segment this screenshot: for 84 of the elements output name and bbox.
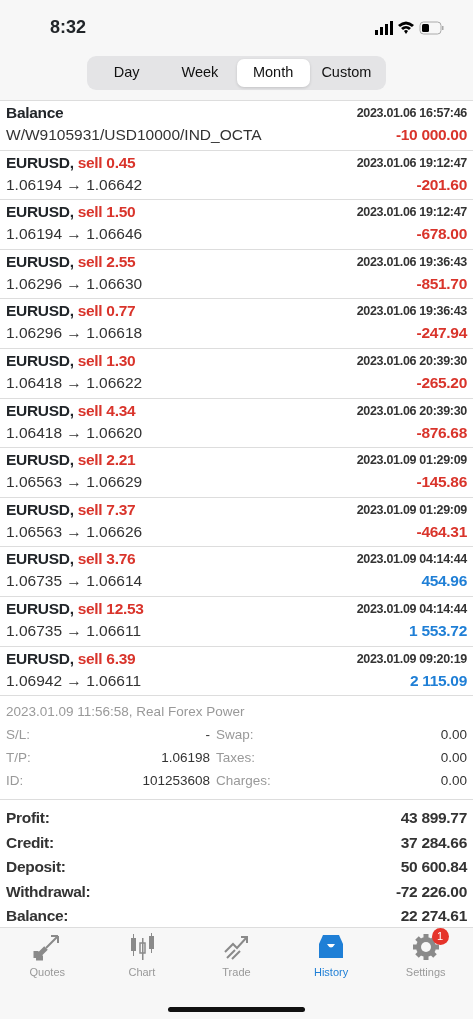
notification-badge: 1 <box>431 928 449 946</box>
deal-amount: -876.68 <box>416 422 467 443</box>
clock-time: 8:32 <box>50 16 87 39</box>
deal-title: EURUSD, sell 4.34 <box>6 400 136 421</box>
detail-label: T/P: <box>6 749 32 768</box>
detail-header: 2023.01.09 11:56:58, Real Forex Power <box>6 703 246 722</box>
deal-amount: 2 115.09 <box>409 670 467 691</box>
detail-value: 0.00 <box>440 749 467 768</box>
detail-label: Charges: <box>216 772 272 791</box>
deal-prices: 1.06563 → 1.06626 <box>6 521 143 542</box>
signal-icon <box>375 21 393 35</box>
detail-value: 0.00 <box>440 772 467 791</box>
deal-amount: 454.96 <box>421 571 467 592</box>
total-value: -72 226.00 <box>395 881 467 902</box>
deal-title: EURUSD, sell 0.77 <box>6 301 136 322</box>
deal-title: EURUSD, sell 1.30 <box>6 350 136 371</box>
detail-label: ID: <box>6 772 25 791</box>
deal-amount: -851.70 <box>416 273 467 294</box>
deal-amount: -247.94 <box>416 323 467 344</box>
period-tab[interactable]: Day <box>90 59 164 87</box>
deal-amount: -464.31 <box>416 521 467 542</box>
total-value: 43 899.77 <box>400 808 467 829</box>
tab-bar-item[interactable]: Quotes <box>0 932 95 983</box>
total-label: Profit: <box>6 808 50 829</box>
deal-title: EURUSD, sell 0.45 <box>6 152 136 173</box>
deal-prices: 1.06735 → 1.06614 <box>6 571 143 592</box>
deal-amount: -145.86 <box>416 472 467 493</box>
tab-bar-item[interactable]: Trade <box>189 932 284 983</box>
entry-comment: W/W9105931/USD10000/IND_OCTA <box>6 125 262 145</box>
tab-bar-item[interactable]: History <box>283 932 379 983</box>
deal-prices: 1.06942 → 1.06611 <box>6 670 142 691</box>
deal-prices: 1.06563 → 1.06629 <box>6 472 143 493</box>
deal-time: 2023.01.06 16:57:46 <box>356 105 467 122</box>
tab-bar-item[interactable]: Chart <box>94 932 190 983</box>
deal-time: 2023.01.06 19:12:47 <box>356 154 467 172</box>
deal-title: EURUSD, sell 1.50 <box>6 202 136 223</box>
deal-prices: 1.06194 → 1.06646 <box>6 224 143 245</box>
deal-prices: 1.06735 → 1.06611 <box>6 620 142 641</box>
deal-title: EURUSD, sell 3.76 <box>6 549 136 570</box>
total-label: Balance: <box>6 906 69 927</box>
period-tab[interactable]: Month <box>236 59 310 87</box>
deal-title: EURUSD, sell 2.21 <box>6 450 136 471</box>
deal-time: 2023.01.09 04:14:44 <box>356 600 467 618</box>
deal-title: EURUSD, sell 12.53 <box>6 598 144 619</box>
total-label: Credit: <box>6 832 54 853</box>
deal-amount: -201.60 <box>416 174 467 195</box>
deal-amount: -265.20 <box>416 372 467 393</box>
period-tab[interactable]: Week <box>163 59 237 87</box>
total-value: 37 284.66 <box>400 832 467 853</box>
deal-time: 2023.01.09 01:29:09 <box>356 452 467 470</box>
deal-prices: 1.06296 → 1.06618 <box>6 323 143 344</box>
deal-prices: 1.06194 → 1.06642 <box>6 174 143 195</box>
deal-title: EURUSD, sell 2.55 <box>6 251 136 272</box>
detail-value: 101253608 <box>141 772 211 791</box>
battery-icon <box>419 21 444 35</box>
deal-time: 2023.01.06 20:39:30 <box>356 402 467 420</box>
period-tab[interactable]: Custom <box>309 59 383 87</box>
deal-time: 2023.01.06 20:39:30 <box>356 352 467 370</box>
entry-title: Balance <box>6 103 64 123</box>
detail-value: - <box>204 726 211 745</box>
deal-title: EURUSD, sell 7.37 <box>6 499 136 520</box>
deal-prices: 1.06418 → 1.06620 <box>6 422 143 443</box>
total-label: Withdrawal: <box>6 881 91 902</box>
total-value: 50 600.84 <box>400 857 467 878</box>
deal-time: 2023.01.09 09:20:19 <box>356 650 467 668</box>
wifi-icon <box>398 21 414 34</box>
detail-label: Taxes: <box>216 749 257 768</box>
total-value: 22 274.61 <box>400 906 467 927</box>
deal-time: 2023.01.06 19:36:43 <box>356 303 467 321</box>
deal-amount: -10 000.00 <box>395 125 467 145</box>
deal-time: 2023.01.06 19:36:43 <box>356 253 467 271</box>
detail-label: S/L: <box>6 726 31 745</box>
deal-prices: 1.06418 → 1.06622 <box>6 372 143 393</box>
deal-amount: 1 553.72 <box>409 620 467 641</box>
deal-time: 2023.01.06 19:12:47 <box>356 204 467 222</box>
detail-label: Swap: <box>216 726 255 745</box>
deal-prices: 1.06296 → 1.06630 <box>6 273 143 294</box>
deal-time: 2023.01.09 04:14:44 <box>356 551 467 569</box>
detail-value: 0.00 <box>440 726 467 745</box>
total-label: Deposit: <box>6 857 66 878</box>
detail-value: 1.06198 <box>160 749 211 768</box>
deal-time: 2023.01.09 01:29:09 <box>356 501 467 519</box>
deal-amount: -678.00 <box>416 224 467 245</box>
deal-title: EURUSD, sell 6.39 <box>6 648 136 669</box>
